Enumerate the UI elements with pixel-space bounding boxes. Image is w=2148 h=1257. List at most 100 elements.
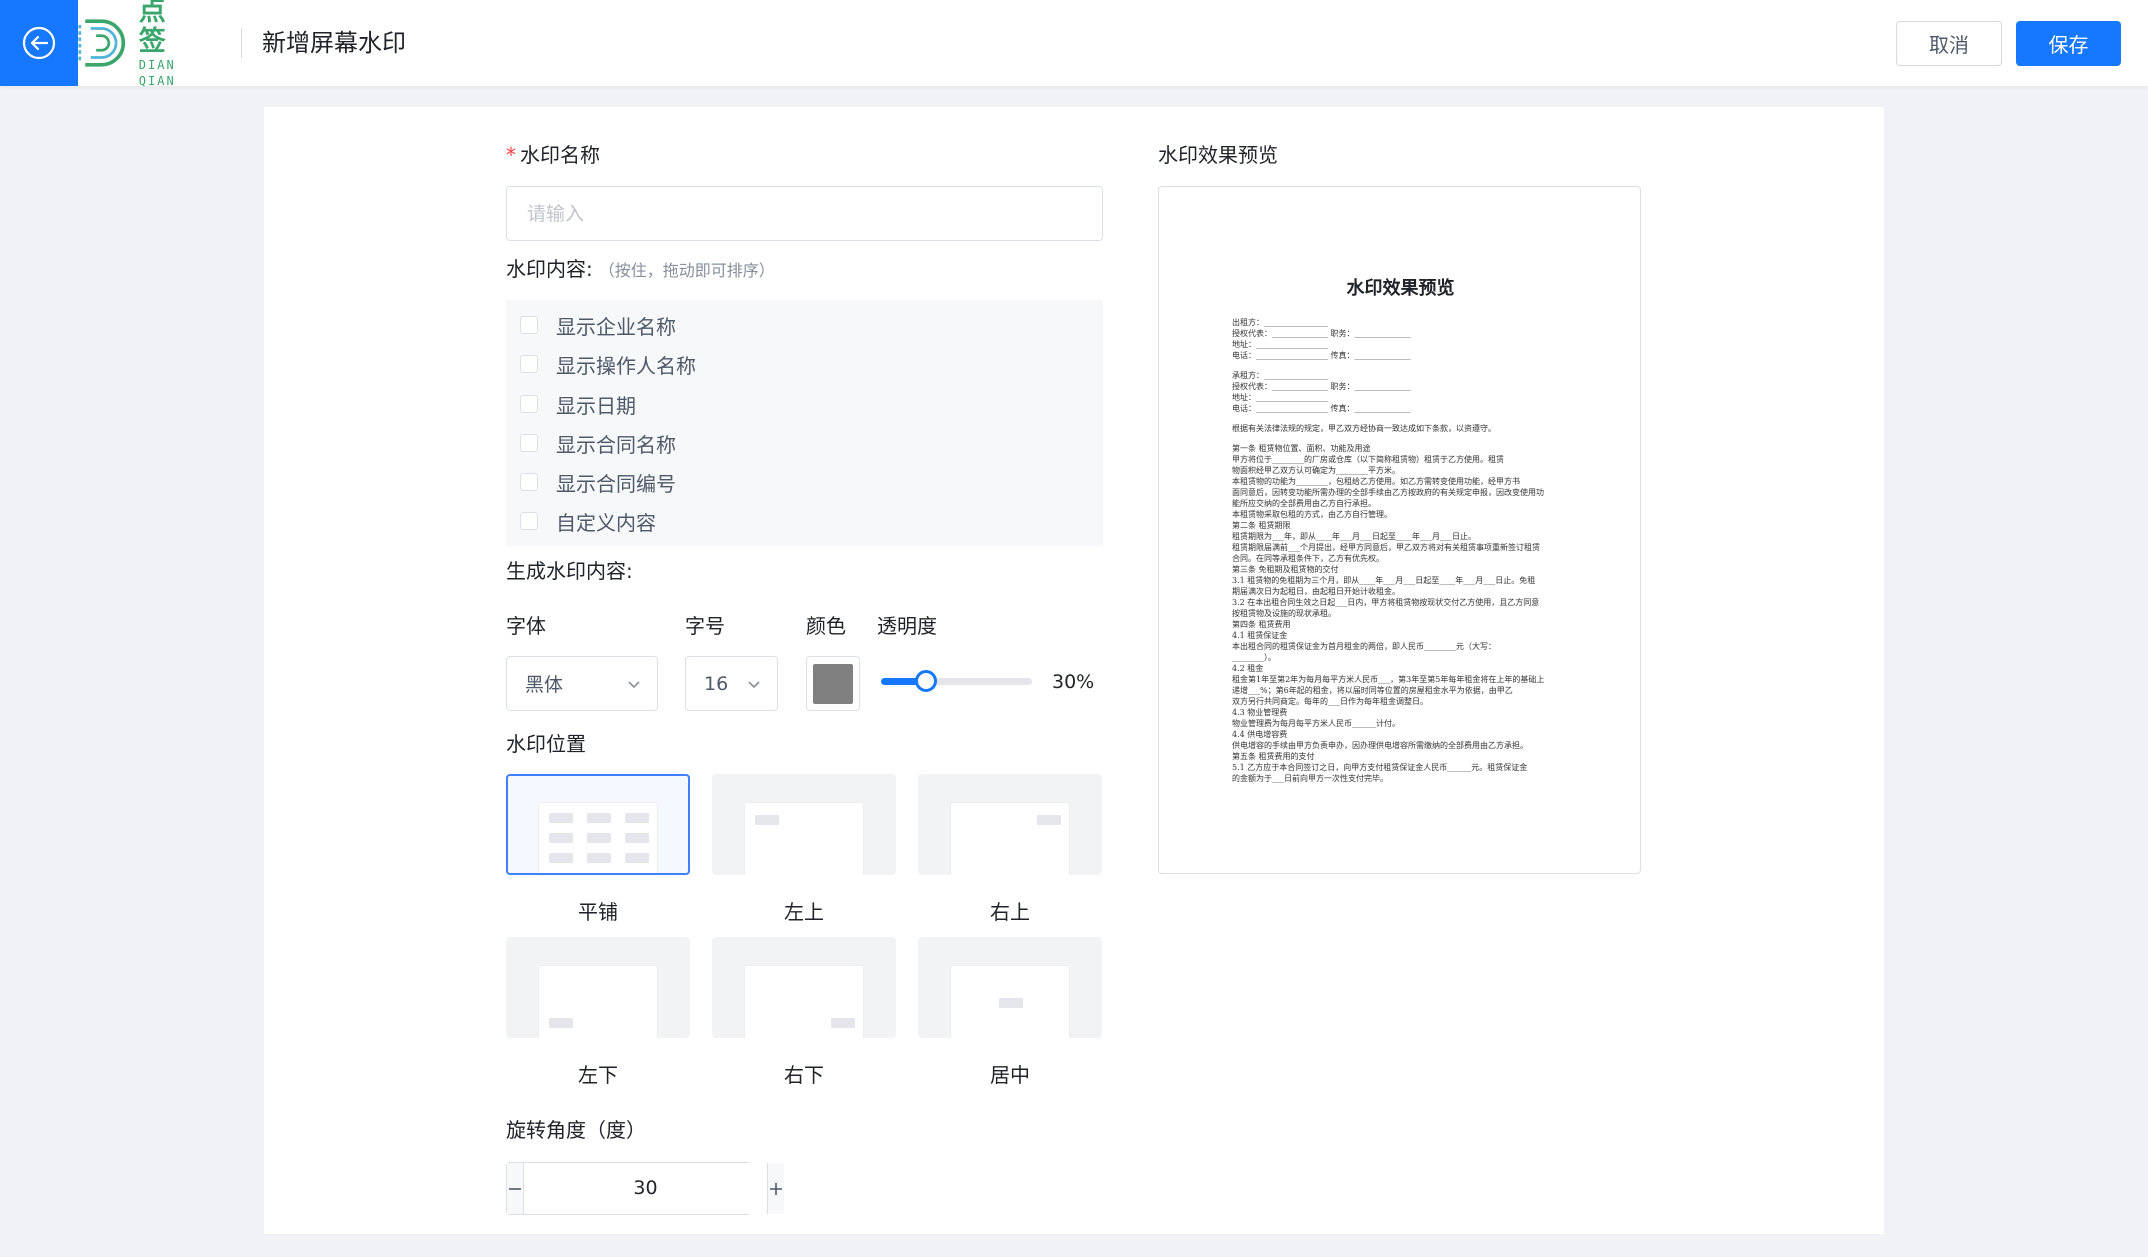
position-preview-page [744, 802, 864, 875]
rotation-label: 旋转角度（度） [506, 1118, 646, 1142]
checkbox[interactable] [520, 355, 538, 373]
checkbox[interactable] [520, 434, 538, 452]
preview-document-line: 4.4 供电增容费 [1232, 730, 1288, 739]
minus-icon [509, 1187, 521, 1190]
preview-document-line: 授权代表：______________ 职务：______________ [1232, 329, 1411, 338]
preview-document-line: 租金第1年至第2年为每月每平方米人民币___，第3年至第5年每年租金将在上年的基… [1232, 675, 1545, 684]
page-title: 新增屏幕水印 [262, 29, 406, 57]
chevron-down-icon [748, 681, 760, 689]
preview-document-line: 的金额为于___日前向甲方一次性支付完毕。 [1232, 774, 1388, 783]
preview-document-line: 4.2 租金 [1232, 664, 1264, 673]
preview-document-line: 物面积经甲乙双方认可确定为________平方米。 [1232, 466, 1400, 475]
chevron-down-icon [628, 681, 640, 689]
preview-document-line: 期届满次日为起租日，由起租日开始计收租金。 [1232, 587, 1400, 596]
position-preview-page [538, 965, 658, 1038]
content-option-contract-name[interactable]: 显示合同名称 [520, 428, 676, 458]
content-options-list: 显示企业名称 显示操作人名称 显示日期 显示合同名称 显示合同编号 自定义内容 [506, 300, 1103, 546]
preview-document-line: 本租赁物的功能为________，包租给乙方使用。如乙方需转变使用功能，经甲方书 [1232, 477, 1520, 486]
position-preview-page [538, 802, 658, 873]
logo-text-cn: 点 签 [138, 0, 174, 57]
required-asterisk: * [506, 143, 516, 167]
preview-label: 水印效果预览 [1158, 143, 1278, 167]
top-bar: 点 签 DIAN QIAN 新增屏幕水印 取消 保存 [0, 0, 2148, 88]
logo-icon [78, 19, 126, 67]
position-option-tile[interactable] [506, 774, 690, 875]
generated-content-label: 生成水印内容: [506, 559, 633, 583]
opacity-slider[interactable] [881, 670, 1032, 692]
position-label: 水印位置 [506, 732, 586, 756]
position-label-top-left: 左上 [784, 900, 824, 924]
preview-document-line: 供电增容的手续由甲方负责申办，因办理供电增容所需缴纳的全部费用由乙方承担。 [1232, 741, 1528, 750]
rotation-stepper [506, 1162, 784, 1215]
preview-document-line: 租赁期限届满前___个月提出，经甲方同意后，甲乙双方将对有关租赁事项重新签订租赁 [1232, 543, 1540, 552]
plus-icon [770, 1182, 782, 1195]
name-label: * 水印名称 [506, 143, 600, 167]
preview-document-line: 根据有关法律法规的规定，甲乙双方经协商一致达成如下条款，以资遵守。 [1232, 424, 1496, 433]
rotation-input[interactable] [524, 1163, 767, 1214]
content-option-custom[interactable]: 自定义内容 [520, 506, 656, 536]
preview-document-line: 递增___%；第6年起的租金，将以届时同等位置的房屋租金水平为依据，由甲乙 [1232, 686, 1513, 695]
checkbox[interactable] [520, 512, 538, 530]
preview-document-line: 4.1 租赁保证金 [1232, 631, 1288, 640]
preview-document-line: 第一条 租赁物位置、面积、功能及用途 [1232, 444, 1371, 453]
back-button[interactable] [0, 0, 78, 86]
content-option-contract-number[interactable]: 显示合同编号 [520, 467, 676, 497]
size-label: 字号 [685, 614, 725, 638]
preview-document-line: 地址：__________________ [1232, 393, 1328, 402]
font-select-value: 黑体 [525, 674, 564, 696]
position-option-bottom-right[interactable] [712, 937, 896, 1038]
font-label: 字体 [506, 614, 546, 638]
preview-document-line: 双方另行共同商定。每年的___日作为每年租金调整日。 [1232, 697, 1428, 706]
position-preview-page [950, 802, 1070, 875]
app-logo: 点 签 DIAN QIAN [78, 0, 218, 88]
preview-document-line: ________）。 [1232, 653, 1276, 662]
checkbox[interactable] [520, 473, 538, 491]
position-label-top-right: 右上 [990, 900, 1030, 924]
opacity-label: 透明度 [877, 614, 937, 638]
watermark-preview: 水印效果预览 出租方：________________ 授权代表：________… [1158, 186, 1641, 874]
preview-document-line: 第三条 免租期及租赁物的交付 [1232, 565, 1339, 574]
size-select[interactable]: 16 [685, 656, 778, 711]
position-label-center: 居中 [990, 1063, 1030, 1087]
preview-document-line: 第四条 租赁费用 [1232, 620, 1291, 629]
preview-document-line: 本租赁物采取包租的方式，由乙方自行管理。 [1232, 510, 1392, 519]
preview-document-line: 面同意后，因转变功能所需办理的全部手续由乙方按政府的有关规定申报，因改变使用功 [1232, 488, 1544, 497]
content-option-company[interactable]: 显示企业名称 [520, 310, 676, 340]
preview-document-title: 水印效果预览 [1346, 278, 1455, 299]
content-label: 水印内容: （按住，拖动即可排序） [506, 257, 775, 281]
font-select[interactable]: 黑体 [506, 656, 658, 711]
decrement-button[interactable] [507, 1163, 524, 1214]
position-label-bottom-right: 右下 [784, 1063, 824, 1087]
preview-document-line: 按租赁物及设施的现状承租。 [1232, 609, 1336, 618]
preview-document-line: 能所应交纳的全部费用由乙方自行承担。 [1232, 499, 1376, 508]
preview-document-line: 物业管理费为每月每平方米人民币______计付。 [1232, 719, 1400, 728]
preview-document-line: 第二条 租赁期限 [1232, 521, 1291, 530]
content-hint: （按住，拖动即可排序） [598, 261, 775, 280]
preview-document-line: 出租方：________________ [1232, 318, 1328, 327]
preview-document-line: 3.2 在本出租合同生效之日起___日内，甲方将租赁物按现状交付乙方使用，且乙方… [1232, 598, 1540, 607]
content-option-date[interactable]: 显示日期 [520, 389, 636, 419]
position-option-top-left[interactable] [712, 774, 896, 875]
preview-document-line: 第五条 租赁费用的支付 [1232, 752, 1315, 761]
header-divider [241, 28, 242, 58]
save-button[interactable]: 保存 [2016, 21, 2121, 66]
color-label: 颜色 [806, 614, 846, 638]
position-option-bottom-left[interactable] [506, 937, 690, 1038]
back-arrow-icon [22, 26, 56, 60]
position-preview-page [950, 965, 1070, 1038]
content-option-operator[interactable]: 显示操作人名称 [520, 349, 696, 379]
checkbox[interactable] [520, 316, 538, 334]
preview-document-line: 电话：__________________ 传真：______________ [1232, 404, 1411, 413]
preview-document-line: 电话：__________________ 传真：______________ [1232, 351, 1411, 360]
preview-document-body: 出租方：________________ 授权代表：______________ … [1232, 317, 1572, 784]
opacity-value: 30% [1052, 671, 1095, 693]
watermark-name-input[interactable] [506, 186, 1103, 241]
position-option-center[interactable] [918, 937, 1102, 1038]
checkbox[interactable] [520, 395, 538, 413]
position-option-top-right[interactable] [918, 774, 1102, 875]
color-picker[interactable] [806, 656, 860, 711]
preview-document-line: 地址：__________________ [1232, 340, 1328, 349]
cancel-button[interactable]: 取消 [1896, 21, 2002, 66]
preview-document-line: 本出租合同的租赁保证金为首月租金的两倍，即人民币________元（大写： [1232, 642, 1496, 651]
increment-button[interactable] [767, 1163, 784, 1214]
